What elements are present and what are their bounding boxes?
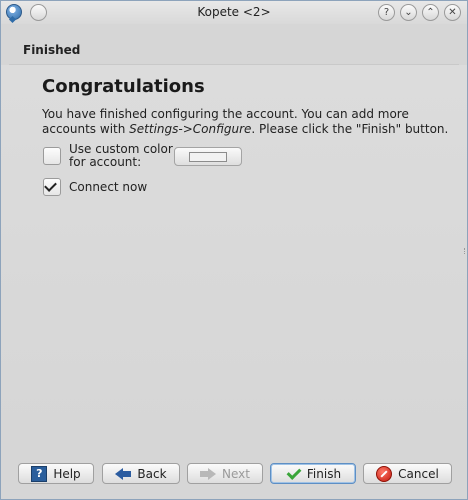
finish-button-label: Finish bbox=[306, 466, 342, 481]
connect-now-checkbox[interactable] bbox=[43, 178, 61, 196]
finish-button[interactable]: Finish bbox=[270, 463, 356, 484]
color-swatch bbox=[189, 152, 227, 162]
help-button[interactable]: ? Help bbox=[18, 463, 94, 484]
cancel-button-label: Cancel bbox=[398, 466, 439, 481]
resize-grip[interactable] bbox=[464, 248, 466, 254]
help-button-label: Help bbox=[53, 466, 81, 481]
page-heading: Congratulations bbox=[42, 76, 205, 97]
custom-color-label[interactable]: Use custom color for account: bbox=[69, 143, 173, 169]
help-icon: ? bbox=[31, 465, 48, 482]
description-text: You have finished configuring the accoun… bbox=[42, 107, 462, 137]
next-button[interactable]: Next bbox=[187, 463, 263, 484]
arrow-right-icon bbox=[200, 466, 217, 482]
color-picker-button[interactable] bbox=[174, 147, 242, 166]
arrow-left-icon bbox=[115, 466, 132, 482]
checkmark-icon bbox=[44, 179, 57, 192]
wizard-window: Kopete <2> ? ⌄ ⌃ ✕ Finished Congratulati… bbox=[0, 0, 468, 500]
close-button[interactable]: ✕ bbox=[444, 4, 461, 21]
custom-color-checkbox[interactable] bbox=[43, 147, 61, 165]
minimize-button[interactable]: ⌄ bbox=[400, 4, 417, 21]
maximize-button[interactable]: ⌃ bbox=[422, 4, 439, 21]
page-header: Finished bbox=[23, 43, 81, 57]
description-rest: . Please click the "Finish" button. bbox=[251, 122, 449, 136]
description-menu-path: Settings->Configure bbox=[129, 122, 252, 136]
connect-now-label[interactable]: Connect now bbox=[69, 181, 147, 194]
checkmark-icon bbox=[285, 466, 301, 482]
back-button-label: Back bbox=[137, 466, 167, 481]
help-title-button[interactable]: ? bbox=[378, 4, 395, 21]
title-bar: Kopete <2> ? ⌄ ⌃ ✕ bbox=[1, 1, 467, 24]
back-button[interactable]: Back bbox=[102, 463, 180, 484]
window-title: Kopete <2> bbox=[197, 5, 271, 19]
next-button-label: Next bbox=[222, 466, 250, 481]
custom-color-label-line2: for account: bbox=[69, 155, 142, 169]
cancel-icon bbox=[376, 465, 393, 482]
cancel-button[interactable]: Cancel bbox=[363, 463, 452, 484]
